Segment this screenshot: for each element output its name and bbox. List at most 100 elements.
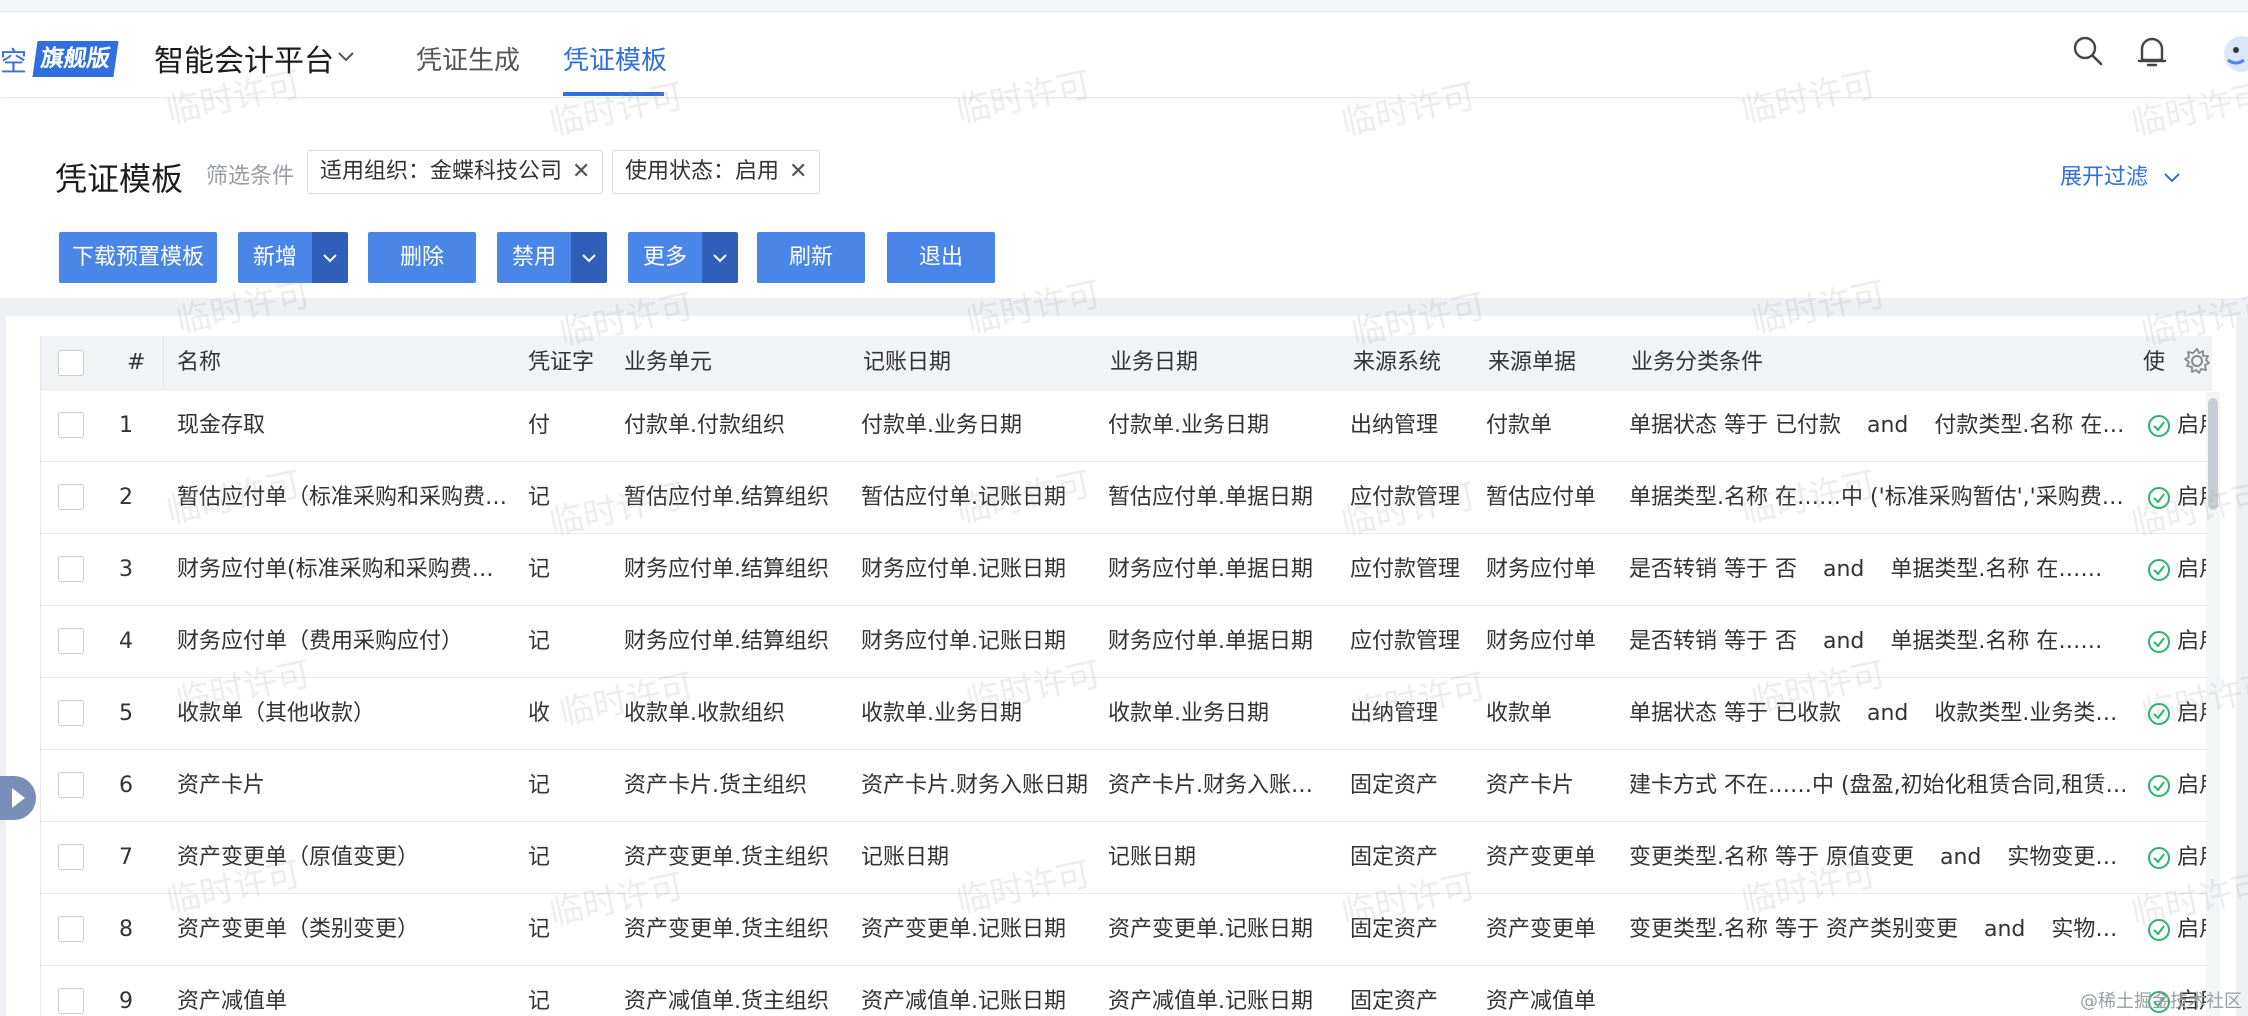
row-checkbox[interactable] <box>58 412 84 438</box>
business-condition-cell: 变更类型.名称 等于 原值变更 and 实物变更详… <box>1629 822 2129 893</box>
avatar[interactable] <box>2222 34 2248 78</box>
window-top-strip <box>0 0 2248 12</box>
row-checkbox[interactable] <box>58 700 84 726</box>
check-circle-icon <box>2148 487 2170 509</box>
name-cell: 收款单（其他收款） <box>177 701 376 726</box>
name-cell: 资产减值单 <box>177 989 288 1014</box>
business-condition-cell: 单据类型.名称 在……中 ('标准采购暂估','采购费… <box>1629 462 2129 533</box>
business-condition-cell: 是否转销 等于 否 and 单据类型.名称 在…… <box>1629 606 2129 677</box>
table-row[interactable]: 2 暂估应付单（标准采购和采购费… 记 暂估应付单.结算组织 暂估应付单.记账日期 暂估应… <box>41 462 2212 534</box>
col-index: # <box>127 350 146 375</box>
source-document-cell: 财务应付单 <box>1486 629 1597 654</box>
business-date-cell: 财务应付单.单据日期 <box>1108 629 1313 654</box>
col-source-system[interactable]: 来源系统 <box>1353 336 1441 390</box>
name-cell: 暂估应付单（标准采购和采购费… <box>177 485 508 510</box>
condition-part: 单据类型.名称 在……中 ('标准采购暂估','采购费… <box>1629 485 2124 510</box>
chevron-down-icon[interactable] <box>337 48 355 67</box>
col-source-document[interactable]: 来源单据 <box>1488 336 1576 390</box>
name-cell: 资产变更单（类别变更） <box>177 917 420 942</box>
expand-filter-button[interactable]: 展开过滤 <box>2060 159 2181 191</box>
close-icon[interactable]: ✕ <box>789 159 807 184</box>
table-row[interactable]: 7 资产变更单（原值变更） 记 资产变更单.货主组织 记账日期 记账日期 固定资产 资产变更单… <box>41 822 2212 894</box>
search-icon[interactable] <box>2072 34 2104 72</box>
row-index-cell: 9 <box>119 989 133 1014</box>
add-dropdown-button[interactable] <box>312 232 348 283</box>
business-date-cell: 暂估应付单.单据日期 <box>1108 485 1313 510</box>
table-row[interactable]: 5 收款单（其他收款） 收 收款单.收款组织 收款单.业务日期 收款单.业务日期 出纳管理 收… <box>41 678 2212 750</box>
filter-chip-status[interactable]: 使用状态：启用 ✕ <box>612 150 821 194</box>
check-circle-icon <box>2148 775 2170 797</box>
table-row[interactable]: 4 财务应付单（费用采购应付） 记 财务应付单.结算组织 财务应付单.记账日期 财务应付单… <box>41 606 2212 678</box>
app-title[interactable]: 智能会计平台 <box>154 36 334 80</box>
row-checkbox[interactable] <box>58 916 84 942</box>
voucher-word-cell: 收 <box>528 701 551 726</box>
name-cell: 财务应付单(标准采购和采购费… <box>177 557 494 582</box>
col-name[interactable]: 名称 <box>177 336 221 390</box>
row-checkbox[interactable] <box>58 772 84 798</box>
add-button[interactable]: 新增 <box>238 232 312 283</box>
table-row[interactable]: 1 现金存取 付 付款单.付款组织 付款单.业务日期 付款单.业务日期 出纳管理 付款单 单据状… <box>41 390 2212 462</box>
col-business-unit[interactable]: 业务单元 <box>624 336 712 390</box>
source-document-cell: 暂估应付单 <box>1486 485 1597 510</box>
col-status[interactable]: 使 <box>2143 336 2165 390</box>
col-accounting-date[interactable]: 记账日期 <box>863 336 951 390</box>
voucher-word-cell: 记 <box>528 485 551 510</box>
business-date-cell: 财务应付单.单据日期 <box>1108 557 1313 582</box>
accounting-date-cell: 记账日期 <box>861 845 950 870</box>
col-business-date[interactable]: 业务日期 <box>1110 336 1198 390</box>
gear-icon[interactable] <box>2182 346 2212 380</box>
edition-badge: 旗舰版 <box>32 41 119 77</box>
close-icon[interactable]: ✕ <box>572 159 590 184</box>
row-checkbox[interactable] <box>58 484 84 510</box>
refresh-button[interactable]: 刷新 <box>757 232 865 283</box>
table-row[interactable]: 8 资产变更单（类别变更） 记 资产变更单.货主组织 资产变更单.记账日期 资产变更单.记… <box>41 894 2212 966</box>
voucher-word-cell: 记 <box>528 773 551 798</box>
disable-dropdown-button[interactable] <box>571 232 607 283</box>
more-dropdown-button[interactable] <box>702 232 738 283</box>
chevron-down-icon <box>582 253 596 262</box>
bell-icon[interactable] <box>2136 34 2168 74</box>
row-checkbox[interactable] <box>58 988 84 1014</box>
filter-chip-label: 适用组织：金蝶科技公司 <box>320 159 563 184</box>
disable-button[interactable]: 禁用 <box>497 232 571 283</box>
col-voucher-word[interactable]: 凭证字 <box>528 336 594 390</box>
delete-button[interactable]: 删除 <box>368 232 476 283</box>
select-all-checkbox[interactable] <box>58 350 84 376</box>
row-checkbox[interactable] <box>58 556 84 582</box>
col-business-condition[interactable]: 业务分类条件 <box>1631 336 1763 390</box>
status-cell: 启用 <box>2147 894 2212 965</box>
row-checkbox[interactable] <box>58 844 84 870</box>
status-cell: 启用 <box>2147 750 2212 821</box>
condition-part: 收款类型.业务类型… <box>1934 701 2129 726</box>
filter-chip-org[interactable]: 适用组织：金蝶科技公司 ✕ <box>307 150 604 194</box>
source-document-cell: 资产变更单 <box>1486 917 1597 942</box>
download-template-button[interactable]: 下载预置模板 <box>59 232 217 283</box>
table-row[interactable]: 6 资产卡片 记 资产卡片.货主组织 资产卡片.财务入账日期 资产卡片.财务入账… 固定资产… <box>41 750 2212 822</box>
scrollbar-thumb[interactable] <box>2208 398 2218 510</box>
exit-button[interactable]: 退出 <box>887 232 995 283</box>
source-system-cell: 固定资产 <box>1350 917 1439 942</box>
status-cell: 启用 <box>2147 822 2212 893</box>
tab-voucher-template[interactable]: 凭证模板 <box>563 40 667 77</box>
condition-part: 付款类型.名称 在… <box>1934 413 2125 438</box>
condition-operator: and <box>1823 557 1865 582</box>
source-system-cell: 出纳管理 <box>1350 413 1439 438</box>
business-date-cell: 资产卡片.财务入账… <box>1108 773 1313 798</box>
template-table: # 名称 凭证字 业务单元 记账日期 业务日期 来源系统 来源单据 业务分类条件… <box>40 336 2212 1016</box>
business-condition-cell: 单据状态 等于 已付款 and 付款类型.名称 在… <box>1629 390 2129 461</box>
source-document-cell: 资产变更单 <box>1486 845 1597 870</box>
accounting-date-cell: 暂估应付单.记账日期 <box>861 485 1066 510</box>
business-condition-cell: 建卡方式 不在……中 (盘盈,初始化租赁合同,租赁… <box>1629 750 2129 821</box>
source-system-cell: 固定资产 <box>1350 989 1439 1014</box>
table-row[interactable]: 3 财务应付单(标准采购和采购费… 记 财务应付单.结算组织 财务应付单.记账日期 财务应… <box>41 534 2212 606</box>
business-date-cell: 付款单.业务日期 <box>1108 413 1269 438</box>
tab-voucher-generate[interactable]: 凭证生成 <box>416 40 520 77</box>
vertical-scrollbar[interactable] <box>2206 392 2220 1016</box>
filter-chip-label: 使用状态：启用 <box>625 159 780 184</box>
table-row[interactable]: 9 资产减值单 记 资产减值单.货主组织 资产减值单.记账日期 资产减值单.记账日期 固定资… <box>41 966 2212 1016</box>
source-document-cell: 资产减值单 <box>1486 989 1597 1014</box>
condition-part: 单据类型.名称 在…… <box>1890 557 2103 582</box>
row-checkbox[interactable] <box>58 628 84 654</box>
condition-operator: and <box>1823 629 1865 654</box>
more-button[interactable]: 更多 <box>628 232 702 283</box>
